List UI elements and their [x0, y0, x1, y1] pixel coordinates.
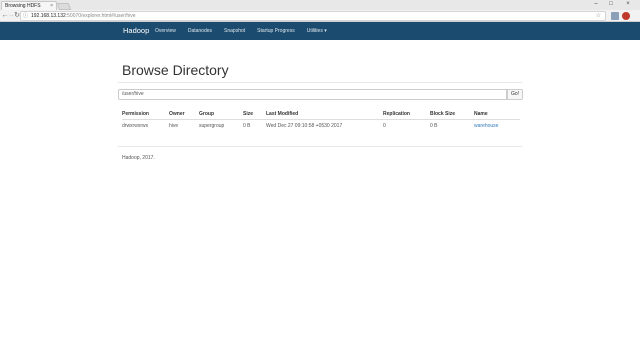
directory-path-input[interactable]: /user/hive [118, 89, 507, 100]
go-button[interactable]: Go! [507, 89, 523, 100]
cell-block-size: 0 B [430, 123, 438, 130]
hadoop-navbar: Hadoop Overview Datanodes Snapshot Start… [0, 22, 640, 40]
navbar-brand[interactable]: Hadoop [123, 22, 149, 40]
nav-snapshot[interactable]: Snapshot [224, 22, 245, 40]
browser-tabstrip: Browsing HDFS × – □ × [0, 0, 640, 10]
footer-text: Hadoop, 2017. [122, 155, 155, 161]
tab-close-icon[interactable]: × [50, 2, 53, 10]
minimize-icon[interactable]: – [590, 0, 602, 9]
extension-red-icon[interactable] [622, 12, 630, 20]
warehouse-link[interactable]: warehouse [474, 123, 498, 129]
directory-table: Permission Owner Group Size Last Modifie… [122, 109, 520, 133]
cell-name: warehouse [474, 119, 520, 133]
url-host: 192.168.13.132 [31, 13, 66, 19]
cell-permission: drwxrwxrwx [122, 123, 149, 130]
header-owner[interactable]: Owner [169, 109, 199, 120]
nav-startup-progress[interactable]: Startup Progress [257, 22, 295, 40]
page-title: Browse Directory [122, 62, 229, 78]
cell-replication: 0 [383, 123, 386, 130]
new-tab-button[interactable] [56, 3, 72, 10]
cell-owner: hive [169, 123, 179, 130]
info-icon[interactable]: ⓘ [23, 12, 28, 20]
header-block-size[interactable]: Block Size [430, 109, 474, 120]
footer-divider [118, 146, 522, 147]
header-group[interactable]: Group [199, 109, 243, 120]
maximize-icon[interactable]: □ [605, 0, 617, 9]
url-input[interactable]: ⓘ 192.168.13.132:50070/explorer.html#/us… [20, 11, 606, 21]
cell-size: 0 B [243, 123, 251, 130]
table-header-row: Permission Owner Group Size Last Modifie… [122, 109, 520, 120]
window-close-icon[interactable]: × [622, 0, 634, 9]
navbar-links: Overview Datanodes Snapshot Startup Prog… [155, 22, 339, 40]
header-size[interactable]: Size [243, 109, 266, 120]
table-row: drwxrwxrwx hive supergroup 0 B Wed Dec 2… [122, 119, 520, 133]
header-name[interactable]: Name [474, 109, 520, 120]
header-replication[interactable]: Replication [383, 109, 430, 120]
extension-icon[interactable] [611, 12, 619, 20]
nav-overview[interactable]: Overview [155, 22, 176, 40]
url-path: :50070/explorer.html#/user/hive [65, 13, 136, 19]
tab-title: Browsing HDFS [5, 3, 41, 9]
browser-tab[interactable]: Browsing HDFS × [1, 1, 57, 10]
address-bar-row: ← → ↻ ⓘ 192.168.13.132:50070/explorer.ht… [0, 10, 640, 22]
bookmark-star-icon[interactable]: ☆ [596, 12, 601, 20]
header-last-modified[interactable]: Last Modified [266, 109, 383, 120]
title-divider [118, 82, 522, 83]
cell-last-modified: Wed Dec 27 09:10:58 +0530 2017 [266, 123, 343, 130]
header-permission[interactable]: Permission [122, 109, 169, 120]
cell-group: supergroup [199, 123, 225, 130]
nav-datanodes[interactable]: Datanodes [188, 22, 212, 40]
nav-utilities-dropdown[interactable]: Utilities ▾ [307, 22, 327, 40]
